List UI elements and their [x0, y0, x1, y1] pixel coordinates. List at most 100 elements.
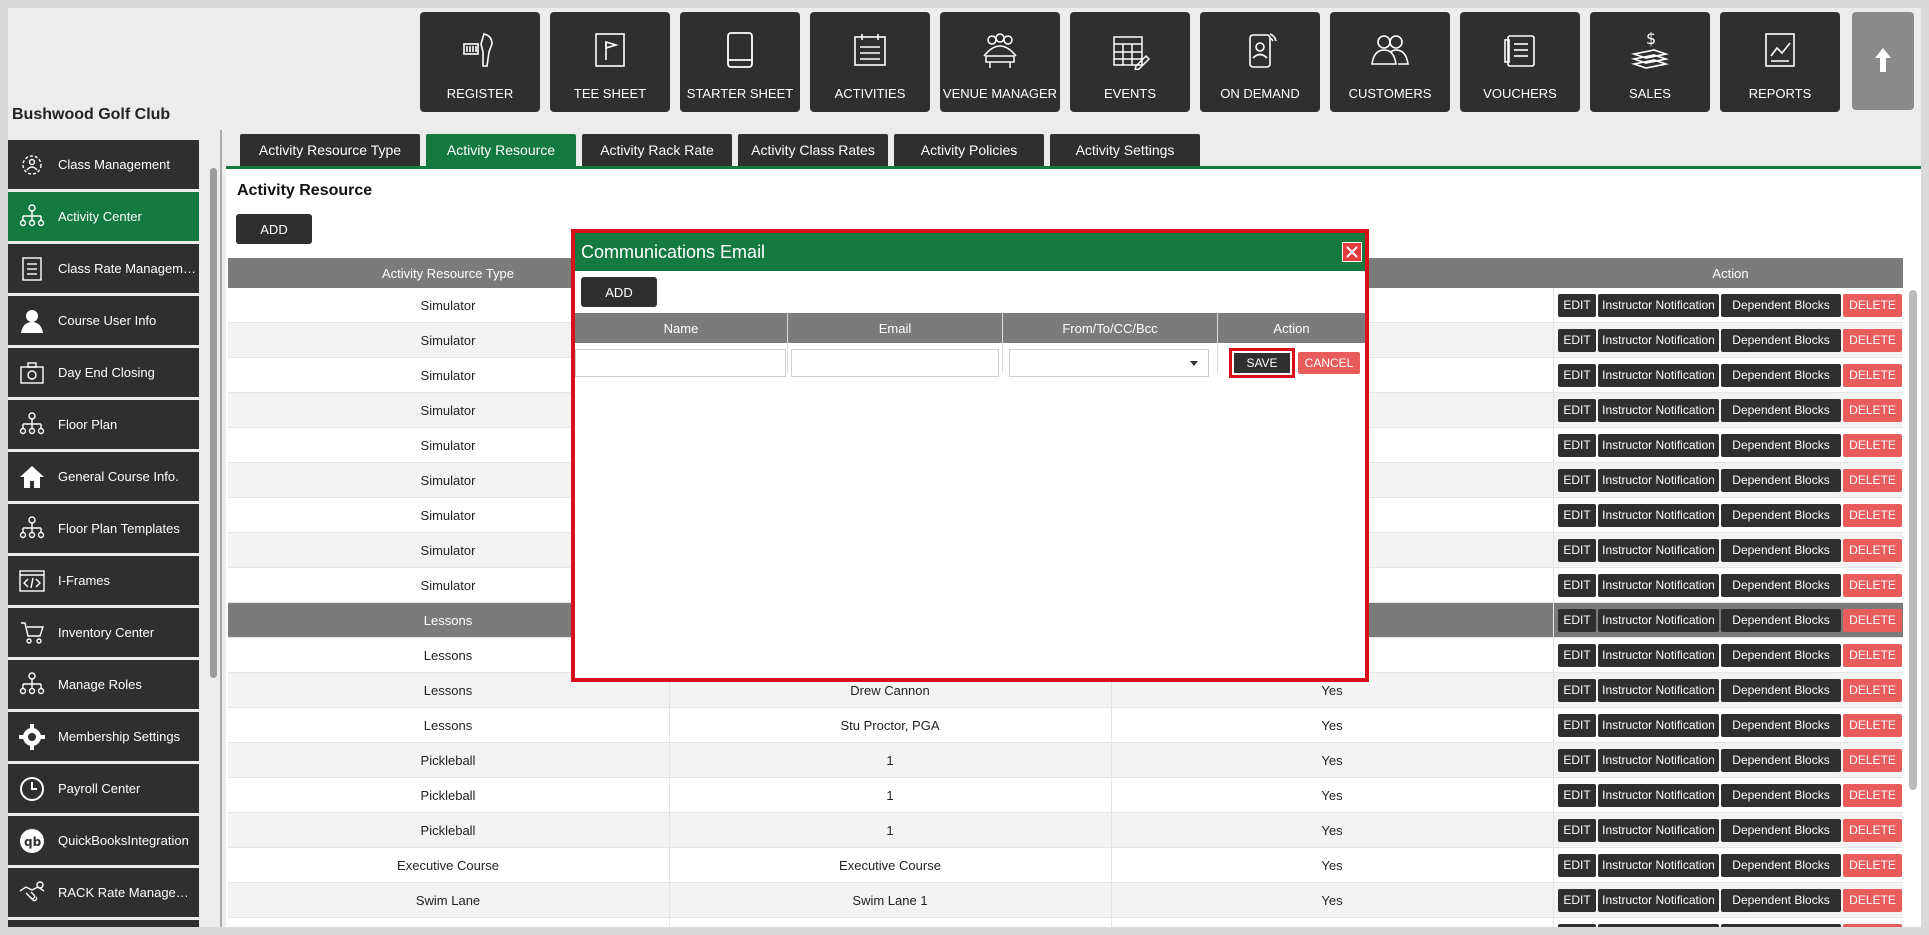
- sidebar-item-floor-plan-templates[interactable]: Floor Plan Templates: [8, 504, 199, 553]
- name-input[interactable]: [575, 349, 786, 377]
- delete-button[interactable]: DELETE: [1843, 749, 1902, 772]
- email-input[interactable]: [791, 349, 999, 377]
- tab-activity-resource[interactable]: Activity Resource: [426, 134, 576, 166]
- delete-button[interactable]: DELETE: [1843, 644, 1902, 667]
- sidebar-item-rack-rate-management[interactable]: RACK Rate Manageme...: [8, 868, 199, 917]
- delete-button[interactable]: DELETE: [1843, 364, 1902, 387]
- dependent-blocks-button[interactable]: Dependent Blocks: [1721, 679, 1841, 702]
- sidebar-item-manage-roles[interactable]: Manage Roles: [8, 660, 199, 709]
- dependent-blocks-button[interactable]: Dependent Blocks: [1721, 294, 1841, 317]
- dependent-blocks-button[interactable]: Dependent Blocks: [1721, 609, 1841, 632]
- instructor-notification-button[interactable]: Instructor Notification: [1598, 924, 1719, 927]
- edit-button[interactable]: EDIT: [1558, 364, 1596, 387]
- instructor-notification-button[interactable]: Instructor Notification: [1598, 679, 1719, 702]
- delete-button[interactable]: DELETE: [1843, 399, 1902, 422]
- dependent-blocks-button[interactable]: Dependent Blocks: [1721, 539, 1841, 562]
- sidebar-item-class-management[interactable]: Class Management: [8, 140, 199, 189]
- delete-button[interactable]: DELETE: [1843, 924, 1902, 927]
- instructor-notification-button[interactable]: Instructor Notification: [1598, 329, 1719, 352]
- delete-button[interactable]: DELETE: [1843, 574, 1902, 597]
- delete-button[interactable]: DELETE: [1843, 679, 1902, 702]
- edit-button[interactable]: EDIT: [1558, 819, 1596, 842]
- edit-button[interactable]: EDIT: [1558, 399, 1596, 422]
- instructor-notification-button[interactable]: Instructor Notification: [1598, 644, 1719, 667]
- dependent-blocks-button[interactable]: Dependent Blocks: [1721, 434, 1841, 457]
- edit-button[interactable]: EDIT: [1558, 434, 1596, 457]
- edit-button[interactable]: EDIT: [1558, 609, 1596, 632]
- edit-button[interactable]: EDIT: [1558, 574, 1596, 597]
- nav-vouchers-button[interactable]: VOUCHERS: [1460, 12, 1580, 112]
- delete-button[interactable]: DELETE: [1843, 294, 1902, 317]
- nav-sales-button[interactable]: $ SALES: [1590, 12, 1710, 112]
- instructor-notification-button[interactable]: Instructor Notification: [1598, 574, 1719, 597]
- sidebar-item-activity-center[interactable]: Activity Center: [8, 192, 199, 241]
- tab-activity-policies[interactable]: Activity Policies: [894, 134, 1044, 166]
- nav-venue-manager-button[interactable]: VENUE MANAGER: [940, 12, 1060, 112]
- edit-button[interactable]: EDIT: [1558, 644, 1596, 667]
- dependent-blocks-button[interactable]: Dependent Blocks: [1721, 819, 1841, 842]
- delete-button[interactable]: DELETE: [1843, 609, 1902, 632]
- sidebar-item-floor-plan[interactable]: Floor Plan: [8, 400, 199, 449]
- edit-button[interactable]: EDIT: [1558, 889, 1596, 912]
- delete-button[interactable]: DELETE: [1843, 819, 1902, 842]
- edit-button[interactable]: EDIT: [1558, 294, 1596, 317]
- table-row[interactable]: Lessons Stu Proctor, PGA Yes EDIT Instructor…: [228, 708, 1903, 743]
- nav-customers-button[interactable]: CUSTOMERS: [1330, 12, 1450, 112]
- nav-tee-sheet-button[interactable]: TEE SHEET: [550, 12, 670, 112]
- instructor-notification-button[interactable]: Instructor Notification: [1598, 609, 1719, 632]
- add-button[interactable]: ADD: [236, 214, 312, 244]
- table-row[interactable]: Lessons with RyanRyan HutsonYesEDITInstr…: [228, 918, 1903, 927]
- edit-button[interactable]: EDIT: [1558, 924, 1596, 927]
- edit-button[interactable]: EDIT: [1558, 679, 1596, 702]
- dependent-blocks-button[interactable]: Dependent Blocks: [1721, 329, 1841, 352]
- instructor-notification-button[interactable]: Instructor Notification: [1598, 819, 1719, 842]
- edit-button[interactable]: EDIT: [1558, 714, 1596, 737]
- modal-close-button[interactable]: [1342, 242, 1362, 262]
- edit-button[interactable]: EDIT: [1558, 539, 1596, 562]
- instructor-notification-button[interactable]: Instructor Notification: [1598, 399, 1719, 422]
- table-row[interactable]: Swim Lane Swim Lane 1 Yes EDIT Instructor No…: [228, 883, 1903, 918]
- dependent-blocks-button[interactable]: Dependent Blocks: [1721, 784, 1841, 807]
- main-scrollbar[interactable]: [1909, 290, 1917, 790]
- dependent-blocks-button[interactable]: Dependent Blocks: [1721, 469, 1841, 492]
- instructor-notification-button[interactable]: Instructor Notification: [1598, 469, 1719, 492]
- delete-button[interactable]: DELETE: [1843, 854, 1902, 877]
- dependent-blocks-button[interactable]: Dependent Blocks: [1721, 574, 1841, 597]
- dependent-blocks-button[interactable]: Dependent Blocks: [1721, 714, 1841, 737]
- table-row[interactable]: Pickleball 1 Yes EDIT Instructor Notificatio…: [228, 743, 1903, 778]
- table-row[interactable]: Pickleball 1 Yes EDIT Instructor Notificatio…: [228, 778, 1903, 813]
- recipient-type-select[interactable]: [1009, 349, 1209, 377]
- delete-button[interactable]: DELETE: [1843, 714, 1902, 737]
- tab-activity-class-rates[interactable]: Activity Class Rates: [738, 134, 888, 166]
- delete-button[interactable]: DELETE: [1843, 889, 1902, 912]
- edit-button[interactable]: EDIT: [1558, 749, 1596, 772]
- scroll-top-button[interactable]: [1852, 12, 1914, 110]
- nav-activities-button[interactable]: ACTIVITIES: [810, 12, 930, 112]
- delete-button[interactable]: DELETE: [1843, 539, 1902, 562]
- sidebar-item-payroll-center[interactable]: Payroll Center: [8, 764, 199, 813]
- instructor-notification-button[interactable]: Instructor Notification: [1598, 294, 1719, 317]
- nav-events-button[interactable]: EVENTS: [1070, 12, 1190, 112]
- dependent-blocks-button[interactable]: Dependent Blocks: [1721, 924, 1841, 927]
- edit-button[interactable]: EDIT: [1558, 329, 1596, 352]
- sidebar-item-class-rate-management[interactable]: Class Rate Management: [8, 244, 199, 293]
- sidebar-item-general-course-info[interactable]: General Course Info.: [8, 452, 199, 501]
- sidebar-scrollbar[interactable]: [210, 168, 217, 678]
- sidebar-item-quickbooks-integration[interactable]: qb QuickBooksIntegration: [8, 816, 199, 865]
- dependent-blocks-button[interactable]: Dependent Blocks: [1721, 749, 1841, 772]
- dependent-blocks-button[interactable]: Dependent Blocks: [1721, 399, 1841, 422]
- instructor-notification-button[interactable]: Instructor Notification: [1598, 749, 1719, 772]
- dependent-blocks-button[interactable]: Dependent Blocks: [1721, 364, 1841, 387]
- nav-register-button[interactable]: REGISTER: [420, 12, 540, 112]
- instructor-notification-button[interactable]: Instructor Notification: [1598, 364, 1719, 387]
- sidebar-item-course-user-info[interactable]: Course User Info: [8, 296, 199, 345]
- sidebar-item-membership-settings[interactable]: Membership Settings: [8, 712, 199, 761]
- edit-button[interactable]: EDIT: [1558, 504, 1596, 527]
- sidebar-item-day-end-closing[interactable]: Day End Closing: [8, 348, 199, 397]
- tab-activity-resource-type[interactable]: Activity Resource Type: [240, 134, 420, 166]
- instructor-notification-button[interactable]: Instructor Notification: [1598, 889, 1719, 912]
- instructor-notification-button[interactable]: Instructor Notification: [1598, 784, 1719, 807]
- delete-button[interactable]: DELETE: [1843, 469, 1902, 492]
- table-row[interactable]: Executive Course Executive Course Yes EDIT I…: [228, 848, 1903, 883]
- nav-starter-sheet-button[interactable]: STARTER SHEET: [680, 12, 800, 112]
